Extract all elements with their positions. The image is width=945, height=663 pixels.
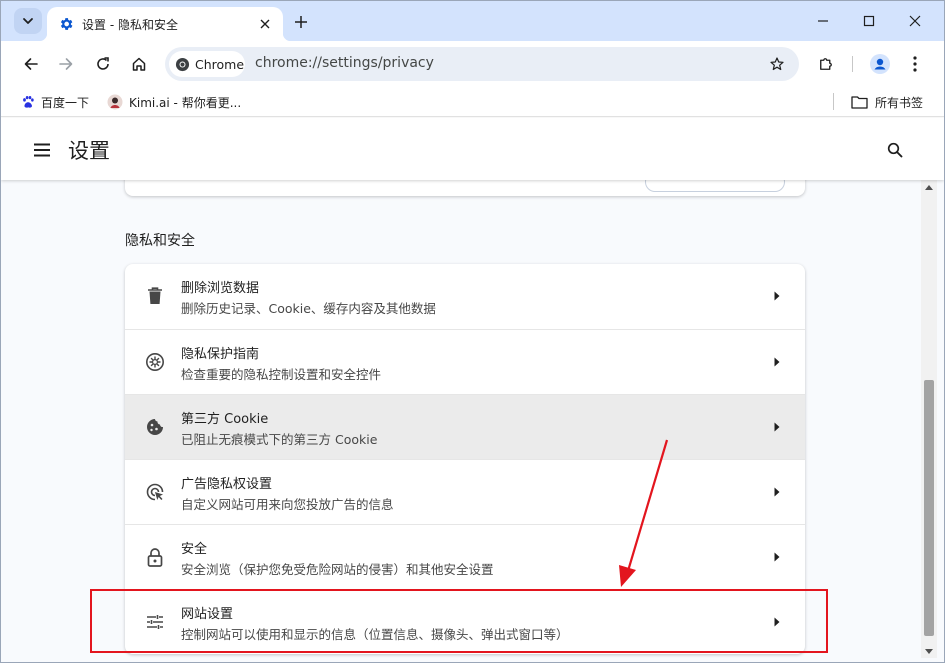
minimize-button[interactable]: [801, 7, 845, 35]
row-title: 第三方 Cookie: [181, 412, 269, 427]
bookmark-label: Kimi.ai - 帮你看更...: [129, 95, 242, 110]
settings-row-clear-browsing-data[interactable]: 删除浏览数据 删除历史记录、Cookie、缓存内容及其他数据: [125, 264, 805, 329]
new-tab-button[interactable]: [289, 10, 313, 34]
search-icon: [887, 142, 903, 158]
bookmark-label: 百度一下: [41, 95, 90, 110]
maximize-icon: [863, 15, 875, 27]
extensions-button[interactable]: [811, 49, 841, 79]
settings-header: 设置: [1, 118, 944, 180]
tab-strip: 设置 - 隐私和安全: [1, 1, 944, 41]
plus-icon: [295, 16, 307, 28]
star-icon: [770, 57, 784, 71]
forward-button[interactable]: [51, 49, 81, 79]
cookie-icon: [143, 415, 167, 439]
page-title: 设置: [68, 139, 110, 163]
back-button[interactable]: [16, 49, 46, 79]
chevron-right-icon: [771, 549, 783, 565]
scroll-down-icon[interactable]: [921, 644, 937, 658]
ad-privacy-icon: [143, 480, 167, 504]
chevron-right-icon: [771, 484, 783, 500]
scrollbar-thumb[interactable]: [924, 380, 934, 636]
row-subtitle: 删除历史记录、Cookie、缓存内容及其他数据: [181, 301, 436, 316]
section-title: 隐私和安全: [125, 233, 195, 249]
minimize-icon: [818, 20, 828, 22]
previous-card-button: [645, 180, 785, 192]
home-button[interactable]: [124, 49, 154, 79]
row-subtitle: 自定义网站可用来向您投放广告的信息: [181, 497, 394, 512]
reload-icon: [97, 57, 109, 70]
address-bar[interactable]: Chrome chrome://settings/privacy: [165, 47, 799, 81]
privacy-guide-icon: [143, 350, 167, 374]
row-subtitle: 已阻止无痕模式下的第三方 Cookie: [181, 432, 378, 447]
chip-label: Chrome: [195, 56, 245, 72]
menu-more-button[interactable]: [900, 49, 930, 79]
page-scrollbar[interactable]: [921, 180, 937, 658]
profile-button[interactable]: [865, 49, 895, 79]
more-vert-icon: [913, 56, 917, 72]
row-subtitle: 安全浏览（保护您免受危险网站的侵害）和其他安全设置: [181, 562, 494, 577]
settings-row-third-party-cookies[interactable]: 第三方 Cookie 已阻止无痕模式下的第三方 Cookie: [125, 394, 805, 459]
chevron-right-icon: [771, 419, 783, 435]
bookmark-item[interactable]: 百度一下: [21, 92, 89, 112]
settings-row-security[interactable]: 安全 安全浏览（保护您免受危险网站的侵害）和其他安全设置: [125, 524, 805, 589]
chevron-right-icon: [771, 354, 783, 370]
folder-icon: [851, 96, 868, 109]
browser-window: 设置 - 隐私和安全 Chrome chrome://settings/priv…: [0, 0, 945, 663]
search-settings-button[interactable]: [882, 137, 908, 163]
baidu-paw-icon: [23, 95, 34, 108]
chrome-logo-icon: [175, 57, 190, 71]
chevron-down-icon: [23, 18, 33, 24]
url-text[interactable]: chrome://settings/privacy: [255, 55, 434, 71]
toolbar-divider: [852, 56, 853, 72]
tab-settings[interactable]: 设置 - 隐私和安全: [39, 7, 291, 41]
annotation-highlight-box: [90, 589, 828, 653]
row-title: 安全: [181, 542, 208, 557]
avatar-icon: [870, 54, 890, 74]
main-menu-button[interactable]: [29, 137, 55, 163]
settings-gear-icon: [58, 16, 74, 32]
all-bookmarks-button[interactable]: 所有书签: [851, 92, 923, 112]
all-bookmarks-label: 所有书签: [875, 95, 924, 110]
bookmarks-bar: 百度一下 Kimi.ai - 帮你看更... 所有书签: [1, 87, 944, 117]
tab-search-button[interactable]: [14, 8, 42, 34]
home-icon: [132, 57, 146, 71]
site-info-chip[interactable]: Chrome: [169, 51, 245, 77]
maximize-button[interactable]: [847, 7, 891, 35]
scroll-up-icon[interactable]: [921, 180, 937, 194]
hamburger-menu-icon: [34, 143, 50, 157]
row-title: 广告隐私权设置: [181, 477, 273, 492]
trash-icon: [143, 284, 167, 308]
row-title: 删除浏览数据: [181, 281, 260, 296]
row-title: 隐私保护指南: [181, 347, 260, 362]
settings-row-ad-privacy[interactable]: 广告隐私权设置 自定义网站可用来向您投放广告的信息: [125, 459, 805, 524]
browser-toolbar: Chrome chrome://settings/privacy: [1, 41, 944, 87]
tab-title: 设置 - 隐私和安全: [82, 17, 178, 32]
bookmark-item[interactable]: Kimi.ai - 帮你看更...: [107, 92, 241, 112]
bookmark-star-button[interactable]: [765, 52, 789, 76]
previous-section-card: [125, 180, 805, 196]
tab-close-icon[interactable]: [255, 14, 275, 34]
row-subtitle: 检查重要的隐私控制设置和安全控件: [181, 367, 382, 382]
chevron-right-icon: [771, 288, 783, 304]
close-icon: [909, 15, 921, 27]
back-arrow-icon: [24, 58, 38, 70]
settings-row-privacy-guide[interactable]: 隐私保护指南 检查重要的隐私控制设置和安全控件: [125, 329, 805, 394]
bookmarks-divider: [833, 93, 834, 110]
puzzle-icon: [820, 58, 832, 70]
lock-icon: [143, 545, 167, 569]
reload-button[interactable]: [88, 49, 118, 79]
kimi-avatar-icon: [107, 94, 123, 110]
close-window-button[interactable]: [893, 7, 937, 35]
forward-arrow-icon: [59, 58, 73, 70]
